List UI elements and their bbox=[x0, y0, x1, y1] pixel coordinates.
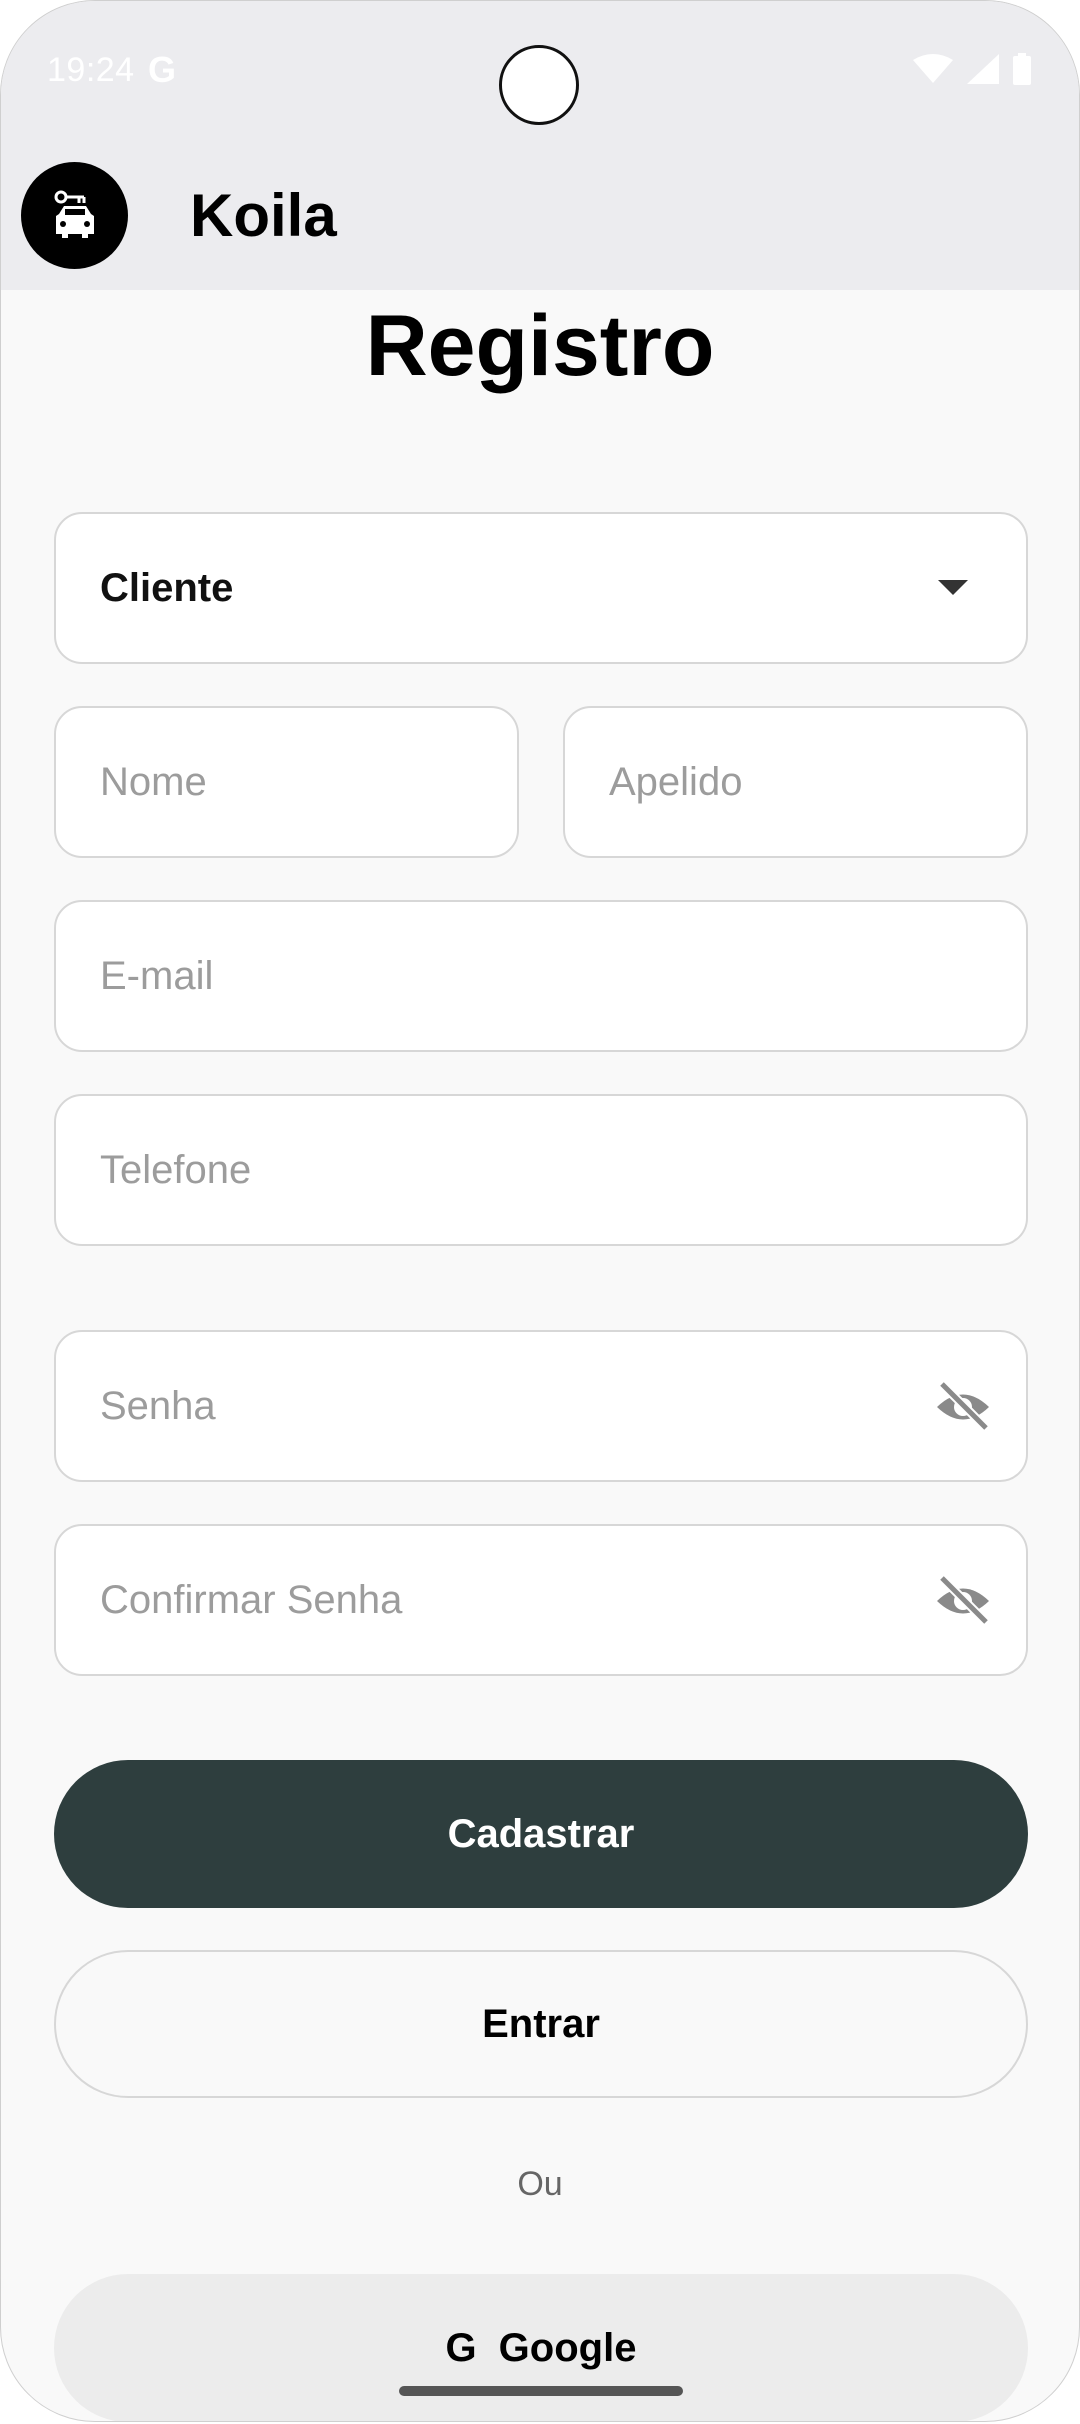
first-name-field[interactable]: Nome bbox=[54, 706, 519, 858]
status-icons bbox=[913, 53, 1031, 85]
register-button[interactable]: Cadastrar bbox=[54, 1760, 1028, 1908]
google-notification-icon: G bbox=[148, 49, 177, 90]
email-field[interactable]: E-mail bbox=[54, 900, 1028, 1052]
visibility-off-icon[interactable] bbox=[934, 1380, 992, 1432]
battery-icon bbox=[1013, 53, 1031, 85]
app-header: 19:24 G Koila bbox=[1, 1, 1079, 290]
car-logo-icon bbox=[54, 190, 94, 238]
home-indicator[interactable] bbox=[399, 2386, 683, 2396]
app-logo[interactable] bbox=[21, 162, 128, 269]
last-name-placeholder: Apelido bbox=[609, 759, 743, 804]
app-title: Koila bbox=[190, 182, 337, 249]
page-title: Registro bbox=[365, 298, 715, 394]
role-select[interactable]: Cliente bbox=[54, 512, 1028, 664]
camera-cutout bbox=[499, 45, 579, 125]
phone-field[interactable]: Telefone bbox=[54, 1094, 1028, 1246]
role-select-value: Cliente bbox=[100, 565, 234, 610]
status-time: 19:24 bbox=[47, 51, 135, 89]
last-name-field[interactable]: Apelido bbox=[563, 706, 1028, 858]
login-button[interactable]: Entrar bbox=[54, 1950, 1028, 2098]
phone-screen: 19:24 G Koila Registro Cliente Nome Apel… bbox=[0, 0, 1080, 2422]
signal-icon bbox=[967, 54, 999, 84]
confirm-password-field[interactable]: Confirmar Senha bbox=[54, 1524, 1028, 1676]
dropdown-caret-icon bbox=[938, 580, 968, 595]
google-signin-button[interactable]: G Google bbox=[54, 2274, 1028, 2421]
password-placeholder: Senha bbox=[100, 1383, 216, 1428]
email-placeholder: E-mail bbox=[100, 953, 214, 998]
first-name-placeholder: Nome bbox=[100, 759, 207, 804]
google-icon: G bbox=[445, 2325, 477, 2370]
wifi-icon bbox=[913, 54, 953, 83]
password-field[interactable]: Senha bbox=[54, 1330, 1028, 1482]
or-divider-text: Ou bbox=[517, 2165, 563, 2203]
google-signin-label: Google bbox=[498, 2325, 637, 2370]
phone-placeholder: Telefone bbox=[100, 1147, 252, 1192]
confirm-password-placeholder: Confirmar Senha bbox=[100, 1577, 403, 1622]
visibility-off-icon[interactable] bbox=[934, 1574, 992, 1626]
